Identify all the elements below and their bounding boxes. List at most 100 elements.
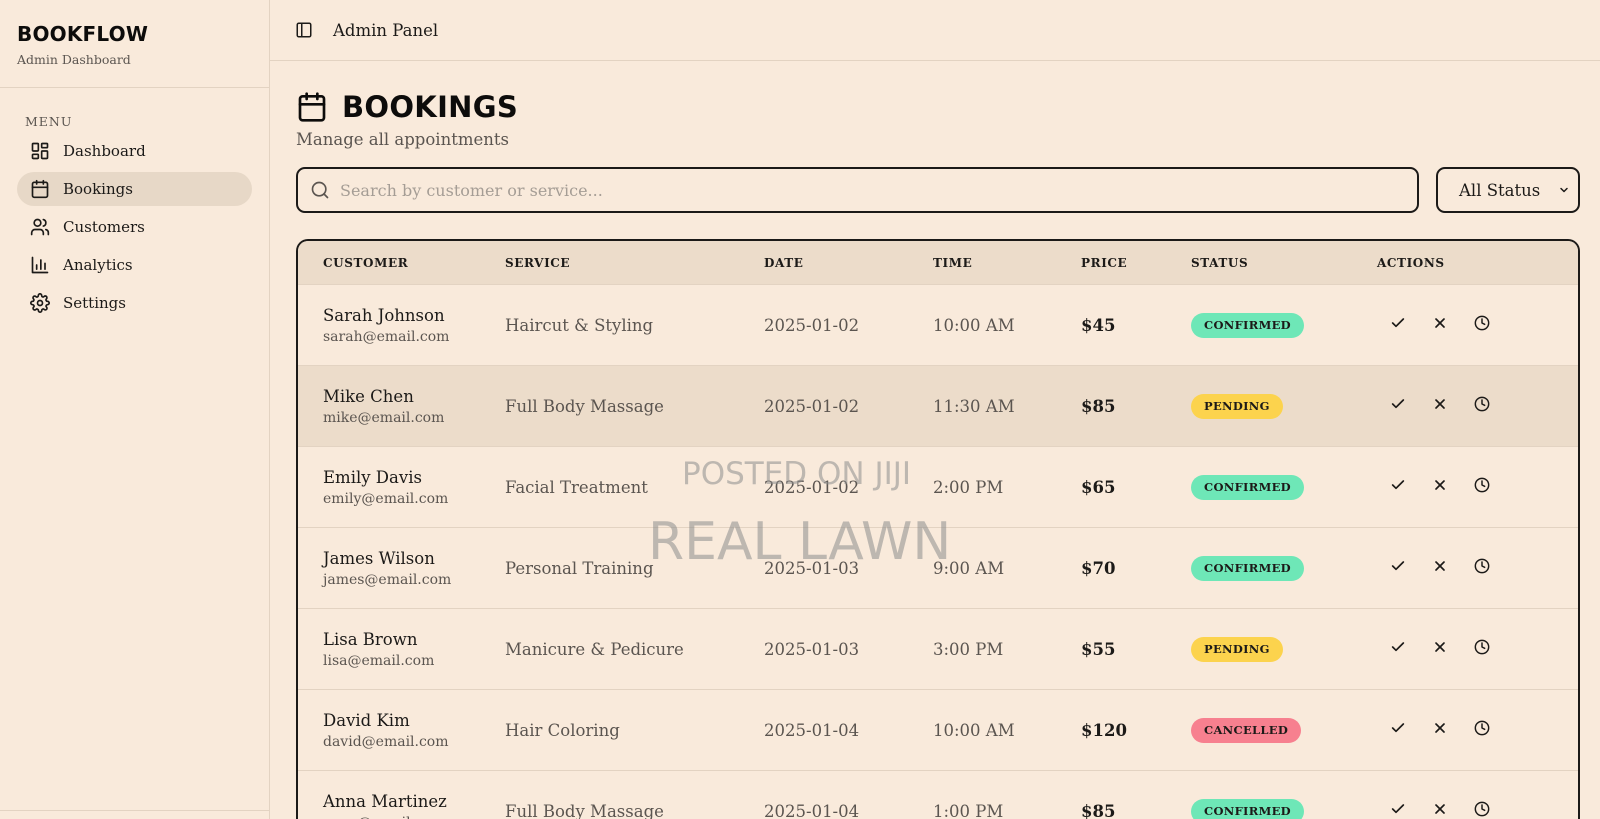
price-cell: $120 (1081, 720, 1127, 740)
table-row[interactable]: Sarah Johnson sarah@email.com Haircut & St… (298, 284, 1578, 365)
reschedule-booking-button[interactable] (1461, 475, 1503, 499)
chevron-down-icon (1560, 187, 1568, 193)
sidebar-item-customers[interactable]: Customers (17, 210, 252, 244)
confirm-booking-button[interactable] (1377, 637, 1419, 661)
date-cell: 2025-01-04 (764, 720, 860, 740)
cancel-booking-button[interactable] (1419, 799, 1461, 819)
topbar-title: Admin Panel (333, 20, 439, 40)
table-header: CUSTOMER SERVICE DATE TIME PRICE STATUS … (298, 241, 1578, 284)
status-filter-select[interactable]: All Status (1436, 167, 1580, 213)
reschedule-booking-button[interactable] (1461, 313, 1503, 337)
reschedule-booking-button[interactable] (1461, 637, 1503, 661)
customer-email: david@email.com (323, 733, 449, 750)
customer-name: James Wilson (323, 548, 435, 568)
customer-name: David Kim (323, 710, 410, 730)
confirm-booking-button[interactable] (1377, 556, 1419, 580)
status-cell: CANCELLED (1191, 717, 1377, 743)
filter-bar: All Status (296, 167, 1580, 213)
column-header-status[interactable]: STATUS (1191, 256, 1377, 270)
search-box (296, 167, 1419, 213)
reschedule-booking-button[interactable] (1461, 394, 1503, 418)
search-input[interactable] (340, 180, 1417, 200)
customer-email: emily@email.com (323, 490, 449, 507)
time-cell: 10:00 AM (933, 720, 1015, 740)
confirm-booking-button[interactable] (1377, 718, 1419, 742)
cancel-booking-button[interactable] (1419, 718, 1461, 742)
price-cell: $55 (1081, 639, 1116, 659)
cancel-booking-button[interactable] (1419, 313, 1461, 337)
sidebar-item-label: Customers (63, 218, 145, 236)
close-icon (1432, 558, 1448, 578)
page-title: BOOKINGS (342, 90, 519, 124)
service-cell: Manicure & Pedicure (505, 639, 684, 659)
cancel-booking-button[interactable] (1419, 637, 1461, 661)
check-icon (1390, 315, 1406, 335)
price-cell: $85 (1081, 801, 1116, 819)
customer-email: lisa@email.com (323, 652, 435, 669)
time-cell: 2:00 PM (933, 477, 1004, 497)
table-row[interactable]: James Wilson james@email.com Personal Trai… (298, 527, 1578, 608)
service-cell: Hair Coloring (505, 720, 620, 740)
close-icon (1432, 639, 1448, 659)
column-header-customer[interactable]: CUSTOMER (298, 256, 505, 270)
confirm-booking-button[interactable] (1377, 799, 1419, 819)
status-cell: PENDING (1191, 393, 1377, 419)
column-header-price[interactable]: PRICE (1081, 256, 1191, 270)
sidebar-item-dashboard[interactable]: Dashboard (17, 134, 252, 168)
reschedule-booking-button[interactable] (1461, 799, 1503, 819)
check-icon (1390, 477, 1406, 497)
bar-chart-icon (31, 256, 49, 274)
column-header-time[interactable]: TIME (933, 256, 1081, 270)
cancel-booking-button[interactable] (1419, 475, 1461, 499)
table-row[interactable]: Lisa Brown lisa@email.com Manicure & Pedic… (298, 608, 1578, 689)
cancel-booking-button[interactable] (1419, 556, 1461, 580)
status-cell: CONFIRMED (1191, 798, 1377, 819)
cancel-booking-button[interactable] (1419, 394, 1461, 418)
sidebar-toggle-icon[interactable] (295, 21, 313, 39)
confirm-booking-button[interactable] (1377, 475, 1419, 499)
table-row[interactable]: Anna Martinez anna@email.comFull Body Mas… (298, 770, 1578, 819)
reschedule-booking-button[interactable] (1461, 718, 1503, 742)
page-subtitle: Manage all appointments (296, 130, 509, 149)
page-content: BOOKINGS Manage all appointments All Sta… (270, 61, 1600, 819)
close-icon (1432, 720, 1448, 740)
sidebar-item-bookings[interactable]: Bookings (17, 172, 252, 206)
status-cell: CONFIRMED (1191, 312, 1377, 338)
table-row[interactable]: Emily Davis emily@email.com Facial Treatme… (298, 446, 1578, 527)
check-icon (1390, 801, 1406, 819)
calendar-icon (298, 92, 326, 122)
sidebar-item-settings[interactable]: Settings (17, 286, 252, 320)
confirm-booking-button[interactable] (1377, 313, 1419, 337)
time-cell: 9:00 AM (933, 558, 1005, 578)
time-cell: 1:00 PM (933, 801, 1004, 819)
actions-cell (1377, 718, 1578, 742)
check-icon (1390, 558, 1406, 578)
customer-name: Sarah Johnson (323, 305, 445, 325)
customer-cell: David Kim david@email.com (298, 711, 505, 750)
customer-cell: James Wilson james@email.com (298, 549, 505, 588)
status-badge: CONFIRMED (1191, 798, 1304, 819)
brand-subtitle: Admin Dashboard (17, 52, 131, 67)
price-cell: $65 (1081, 477, 1116, 497)
confirm-booking-button[interactable] (1377, 394, 1419, 418)
service-cell: Full Body Massage (505, 396, 664, 416)
status-badge: CONFIRMED (1191, 474, 1304, 500)
status-badge: PENDING (1191, 393, 1283, 419)
column-header-service[interactable]: SERVICE (505, 256, 764, 270)
sidebar: BOOKFLOW Admin Dashboard MENU Dashboard … (0, 0, 270, 819)
column-header-date[interactable]: DATE (764, 256, 933, 270)
actions-cell (1377, 556, 1578, 580)
actions-cell (1377, 313, 1578, 337)
reschedule-booking-button[interactable] (1461, 556, 1503, 580)
check-icon (1390, 396, 1406, 416)
actions-cell (1377, 394, 1578, 418)
customer-name: Emily Davis (323, 467, 422, 487)
sidebar-item-analytics[interactable]: Analytics (17, 248, 252, 282)
status-badge: CONFIRMED (1191, 312, 1304, 338)
customer-cell: Sarah Johnson sarah@email.com (298, 306, 505, 345)
date-cell: 2025-01-03 (764, 558, 860, 578)
users-icon (30, 218, 50, 236)
brand: BOOKFLOW Admin Dashboard (0, 0, 269, 88)
table-row[interactable]: Mike Chen mike@email.com Full Body Massage… (298, 365, 1578, 446)
table-row[interactable]: David Kim david@email.com Hair Coloring 202… (298, 689, 1578, 770)
